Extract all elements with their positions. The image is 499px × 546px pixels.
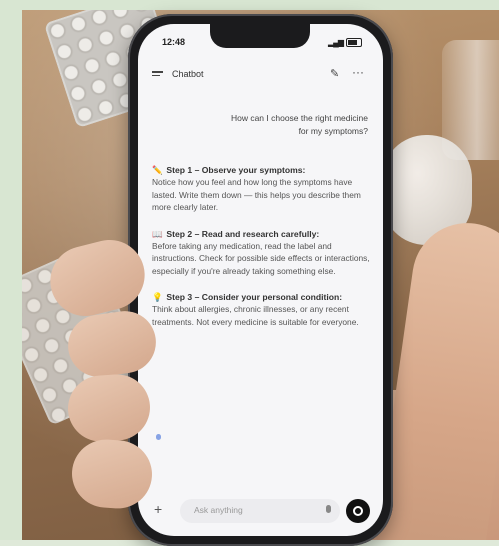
lightbulb-emoji-icon: 💡 xyxy=(152,292,163,302)
step-body: Think about allergies, chronic illnesses… xyxy=(152,304,359,327)
step-1: ✏️ Step 1 – Observe your symptoms: Notic… xyxy=(152,164,370,214)
microphone-icon[interactable] xyxy=(326,505,331,513)
input-placeholder: Ask anything xyxy=(194,505,243,515)
voice-mode-button[interactable] xyxy=(346,499,370,523)
step-2: 📖 Step 2 – Read and research carefully: … xyxy=(152,228,370,278)
background-frame-top xyxy=(0,0,499,10)
new-chat-edit-icon[interactable]: ✎ xyxy=(330,67,339,80)
step-title: Step 2 – Read and research carefully: xyxy=(166,228,320,239)
hand-thumb xyxy=(374,215,499,540)
step-title: Step 1 – Observe your symptoms: xyxy=(166,165,306,175)
typing-indicator-icon xyxy=(156,434,161,440)
step-body: Before taking any medication, read the l… xyxy=(152,240,370,276)
step-heading: 💡 Step 3 – Consider your personal condit… xyxy=(152,291,370,303)
status-time: 12:48 xyxy=(162,37,186,47)
pencil-emoji-icon: ✏️ xyxy=(152,165,163,175)
step-heading: 📖 Step 2 – Read and research carefully: xyxy=(152,228,370,240)
more-options-icon[interactable]: ··· xyxy=(352,65,364,79)
battery-icon xyxy=(346,38,362,47)
add-attachment-button[interactable]: + xyxy=(154,501,162,517)
book-emoji-icon: 📖 xyxy=(152,228,163,239)
step-3: 💡 Step 3 – Consider your personal condit… xyxy=(152,291,370,328)
step-title: Step 3 – Consider your personal conditio… xyxy=(166,292,343,302)
step-body: Notice how you feel and how long the sym… xyxy=(152,177,361,212)
phone-notch xyxy=(210,24,310,48)
user-message: How can I choose the right medicine for … xyxy=(230,113,368,136)
phone: 12:48 ▂▄▆ Chatbot ✎ ··· How can I choose… xyxy=(128,14,393,546)
app-title: Chatbot xyxy=(172,69,204,79)
chat-header: Chatbot ✎ ··· xyxy=(138,64,383,90)
message-composer: + Ask anything xyxy=(138,494,383,528)
assistant-response: ✏️ Step 1 – Observe your symptoms: Notic… xyxy=(152,164,370,342)
message-input[interactable]: Ask anything xyxy=(180,499,340,523)
signal-icon: ▂▄▆ xyxy=(328,38,344,47)
background-frame xyxy=(0,0,22,540)
menu-icon[interactable] xyxy=(152,71,163,79)
step-heading: ✏️ Step 1 – Observe your symptoms: xyxy=(152,164,370,176)
text-fade-overlay xyxy=(138,369,383,439)
phone-screen: 12:48 ▂▄▆ Chatbot ✎ ··· How can I choose… xyxy=(138,24,383,536)
